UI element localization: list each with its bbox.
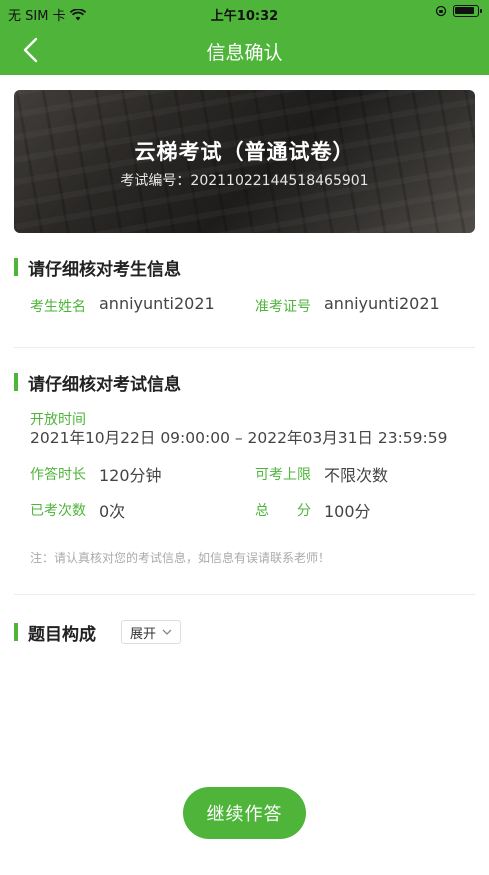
divider: [14, 347, 475, 348]
section-accent-bar: [14, 373, 18, 391]
candidate-name-label: 考生姓名: [30, 299, 86, 315]
candidate-section-title: 请仔细核对考生信息: [14, 255, 181, 280]
open-time-value: 2021年10月22日 09:00:00 – 2022年03月31日 23:59…: [30, 429, 448, 447]
attempts-taken-label: 已考次数: [30, 503, 86, 519]
verification-note: 注：请认真核对您的考试信息，如信息有误请联系老师！: [30, 551, 331, 565]
max-attempts-label: 可考上限: [255, 467, 311, 483]
ticket-number-label: 准考证号: [255, 299, 311, 315]
divider: [14, 594, 475, 595]
section-accent-bar: [14, 623, 18, 641]
status-bar: 无 SIM 卡 上午10:32: [0, 0, 489, 26]
status-right: [435, 5, 482, 17]
orientation-lock-icon: [435, 5, 447, 17]
candidate-name-value: anniyunti2021: [99, 294, 215, 313]
exam-number-value: 20211022144518465901: [190, 173, 369, 189]
exam-banner: 云梯考试（普通试卷） 考试编号：20211022144518465901: [14, 90, 475, 233]
clock: 上午10:32: [210, 9, 279, 24]
ticket-number-value: anniyunti2021: [324, 294, 440, 313]
max-attempts-value: 不限次数: [324, 466, 389, 485]
exam-number-label: 考试编号：: [120, 173, 191, 189]
header: 无 SIM 卡 上午10:32 信息确认: [0, 0, 489, 75]
exam-number: 考试编号：20211022144518465901: [14, 170, 475, 190]
continue-answering-button[interactable]: 继续作答: [183, 787, 306, 839]
expand-toggle-button[interactable]: 展开: [121, 620, 181, 644]
composition-section-title: 题目构成: [14, 620, 96, 645]
total-score-label: 总 分: [255, 503, 311, 519]
exam-section-title: 请仔细核对考试信息: [14, 370, 181, 395]
exam-title: 云梯考试（普通试卷）: [134, 140, 355, 164]
total-score-value: 100分: [324, 502, 371, 521]
expand-toggle-label: 展开: [129, 626, 156, 642]
battery-icon: [453, 5, 482, 17]
page-title: 信息确认: [206, 42, 283, 64]
chevron-down-icon: [162, 629, 172, 635]
section-accent-bar: [14, 258, 18, 276]
duration-label: 作答时长: [30, 467, 86, 483]
duration-value: 120分钟: [99, 466, 162, 485]
attempts-taken-value: 0次: [99, 502, 126, 521]
